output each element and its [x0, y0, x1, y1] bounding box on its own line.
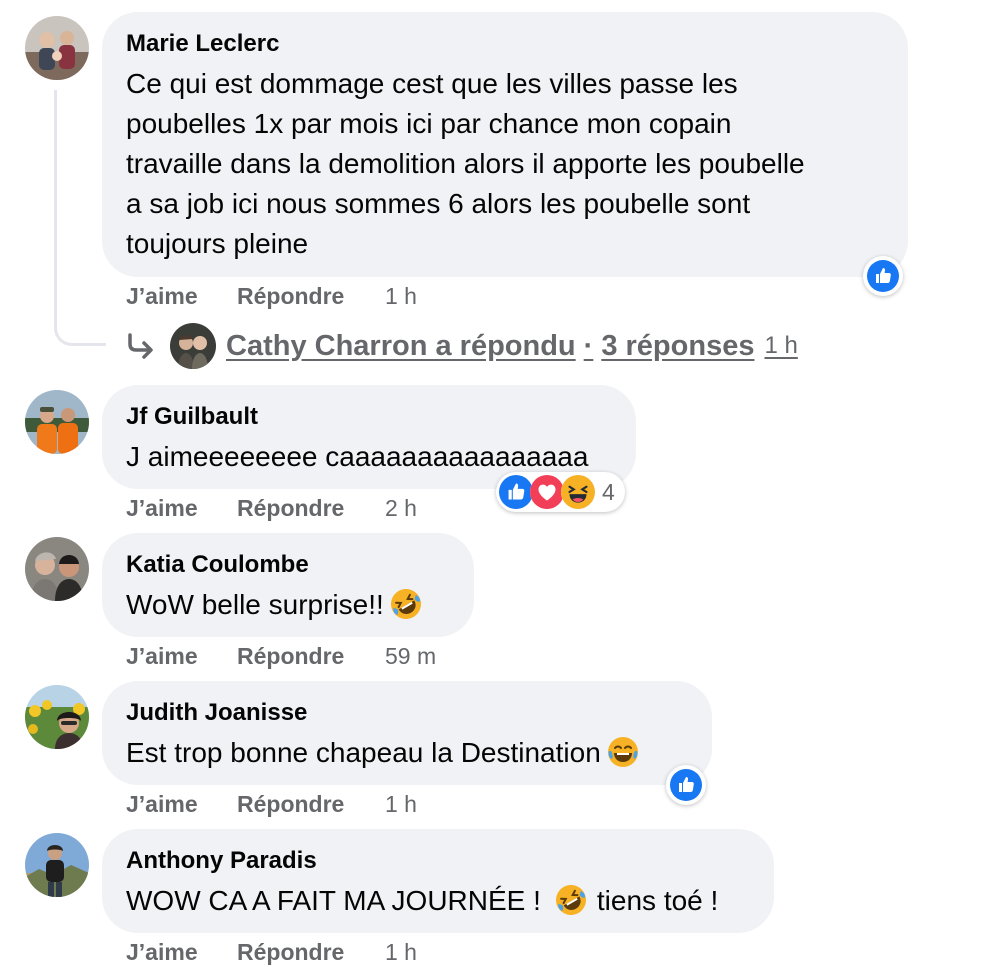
- like-reaction-icon: [867, 260, 899, 292]
- love-reaction-icon: [530, 475, 564, 509]
- comment-text-line: travaille dans la demolition alors il ap…: [126, 148, 805, 179]
- avatar[interactable]: [25, 833, 89, 897]
- comment-timestamp[interactable]: 1 h: [385, 789, 417, 819]
- like-button[interactable]: J’aime: [126, 937, 237, 967]
- comment-text-line: poubelles 1x par mois ici par chance mon…: [126, 108, 732, 139]
- thread-connector-line: [54, 90, 106, 346]
- comment-timestamp[interactable]: 1 h: [385, 281, 417, 311]
- avatar-photo: [25, 833, 89, 897]
- comment-author[interactable]: Anthony Paradis: [126, 846, 750, 876]
- comment-actions: J’aime Répondre 2 h: [126, 493, 417, 523]
- like-button[interactable]: J’aime: [126, 641, 237, 671]
- comment-actions: J’aime Répondre 1 h: [126, 789, 417, 819]
- replied-by-link[interactable]: Cathy Charron a répondu: [226, 330, 576, 363]
- comment-actions: J’aime Répondre 1 h: [126, 937, 417, 967]
- like-reaction-icon: [670, 769, 702, 801]
- tears-of-joy-emoji-icon: [607, 736, 639, 779]
- comment-bubble: Anthony Paradis WOW CA A FAIT MA JOURNÉE…: [102, 829, 774, 933]
- comment-author[interactable]: Katia Coulombe: [126, 550, 450, 580]
- comment-text-content: tiens toé !: [596, 885, 719, 916]
- replies-count-link[interactable]: 3 réponses: [601, 330, 754, 363]
- comment-timestamp[interactable]: 1 h: [385, 937, 417, 967]
- comment-text-line: Ce qui est dommage cest que les villes p…: [126, 68, 738, 99]
- avatar-photo: [25, 685, 89, 749]
- comment-author[interactable]: Marie Leclerc: [126, 29, 884, 59]
- comment-text: WoW belle surprise!!: [126, 585, 450, 631]
- avatar-photo: [25, 16, 89, 80]
- avatar[interactable]: [25, 390, 89, 454]
- rolling-on-floor-laughing-emoji-icon: [390, 588, 422, 631]
- comment-text-content: Est trop bonne chapeau la Destination: [126, 737, 601, 768]
- like-button[interactable]: J’aime: [126, 789, 237, 819]
- replies-timestamp[interactable]: 1 h: [764, 332, 797, 360]
- avatar[interactable]: [25, 685, 89, 749]
- reply-button[interactable]: Répondre: [237, 641, 385, 671]
- view-replies-row[interactable]: Cathy Charron a répondu · 3 réponses 1 h: [126, 320, 798, 372]
- comment-text-content: WOW CA A FAIT MA JOURNÉE !: [126, 885, 541, 916]
- like-button[interactable]: J’aime: [126, 493, 237, 523]
- comment-author[interactable]: Judith Joanisse: [126, 698, 688, 728]
- reply-button[interactable]: Répondre: [237, 281, 385, 311]
- comment-bubble: Judith Joanisse Est trop bonne chapeau l…: [102, 681, 712, 785]
- avatar[interactable]: [25, 16, 89, 80]
- avatar-photo: [25, 390, 89, 454]
- comment-bubble: Marie Leclerc Ce qui est dommage cest qu…: [102, 12, 908, 277]
- like-button[interactable]: J’aime: [126, 281, 237, 311]
- replier-avatar: [170, 323, 216, 369]
- reaction-badge[interactable]: [863, 256, 903, 296]
- like-reaction-icon: [499, 475, 533, 509]
- rolling-on-floor-laughing-emoji-icon: [555, 884, 587, 927]
- comment-text: J aimeeeeeeee caaaaaaaaaaaaaaaa: [126, 441, 589, 472]
- comment-text-content: WoW belle surprise!!: [126, 589, 384, 620]
- reply-arrow-icon: [128, 333, 153, 359]
- comment-actions: J’aime Répondre 59 m: [126, 641, 436, 671]
- reaction-badge[interactable]: [666, 765, 706, 805]
- comment-bubble: Katia Coulombe WoW belle surprise!!: [102, 533, 474, 637]
- comment-text: Est trop bonne chapeau la Destination: [126, 733, 688, 779]
- comment-actions: J’aime Répondre 1 h: [126, 281, 417, 311]
- comment-author[interactable]: Jf Guilbault: [126, 402, 612, 432]
- reply-button[interactable]: Répondre: [237, 789, 385, 819]
- comment-text-line: toujours pleine: [126, 228, 309, 259]
- comment-timestamp[interactable]: 2 h: [385, 493, 417, 523]
- separator-dot: ·: [583, 329, 594, 362]
- haha-reaction-icon: [561, 475, 595, 509]
- avatar-photo: [25, 537, 89, 601]
- reactions-summary[interactable]: 4: [496, 472, 625, 512]
- comment-text: WOW CA A FAIT MA JOURNÉE ! tiens toé !: [126, 881, 750, 927]
- reply-button[interactable]: Répondre: [237, 493, 385, 523]
- reply-button[interactable]: Répondre: [237, 937, 385, 967]
- reaction-count: 4: [602, 478, 615, 505]
- comment-text-line: a sa job ici nous sommes 6 alors les pou…: [126, 188, 751, 219]
- comment-timestamp[interactable]: 59 m: [385, 641, 436, 671]
- avatar[interactable]: [25, 537, 89, 601]
